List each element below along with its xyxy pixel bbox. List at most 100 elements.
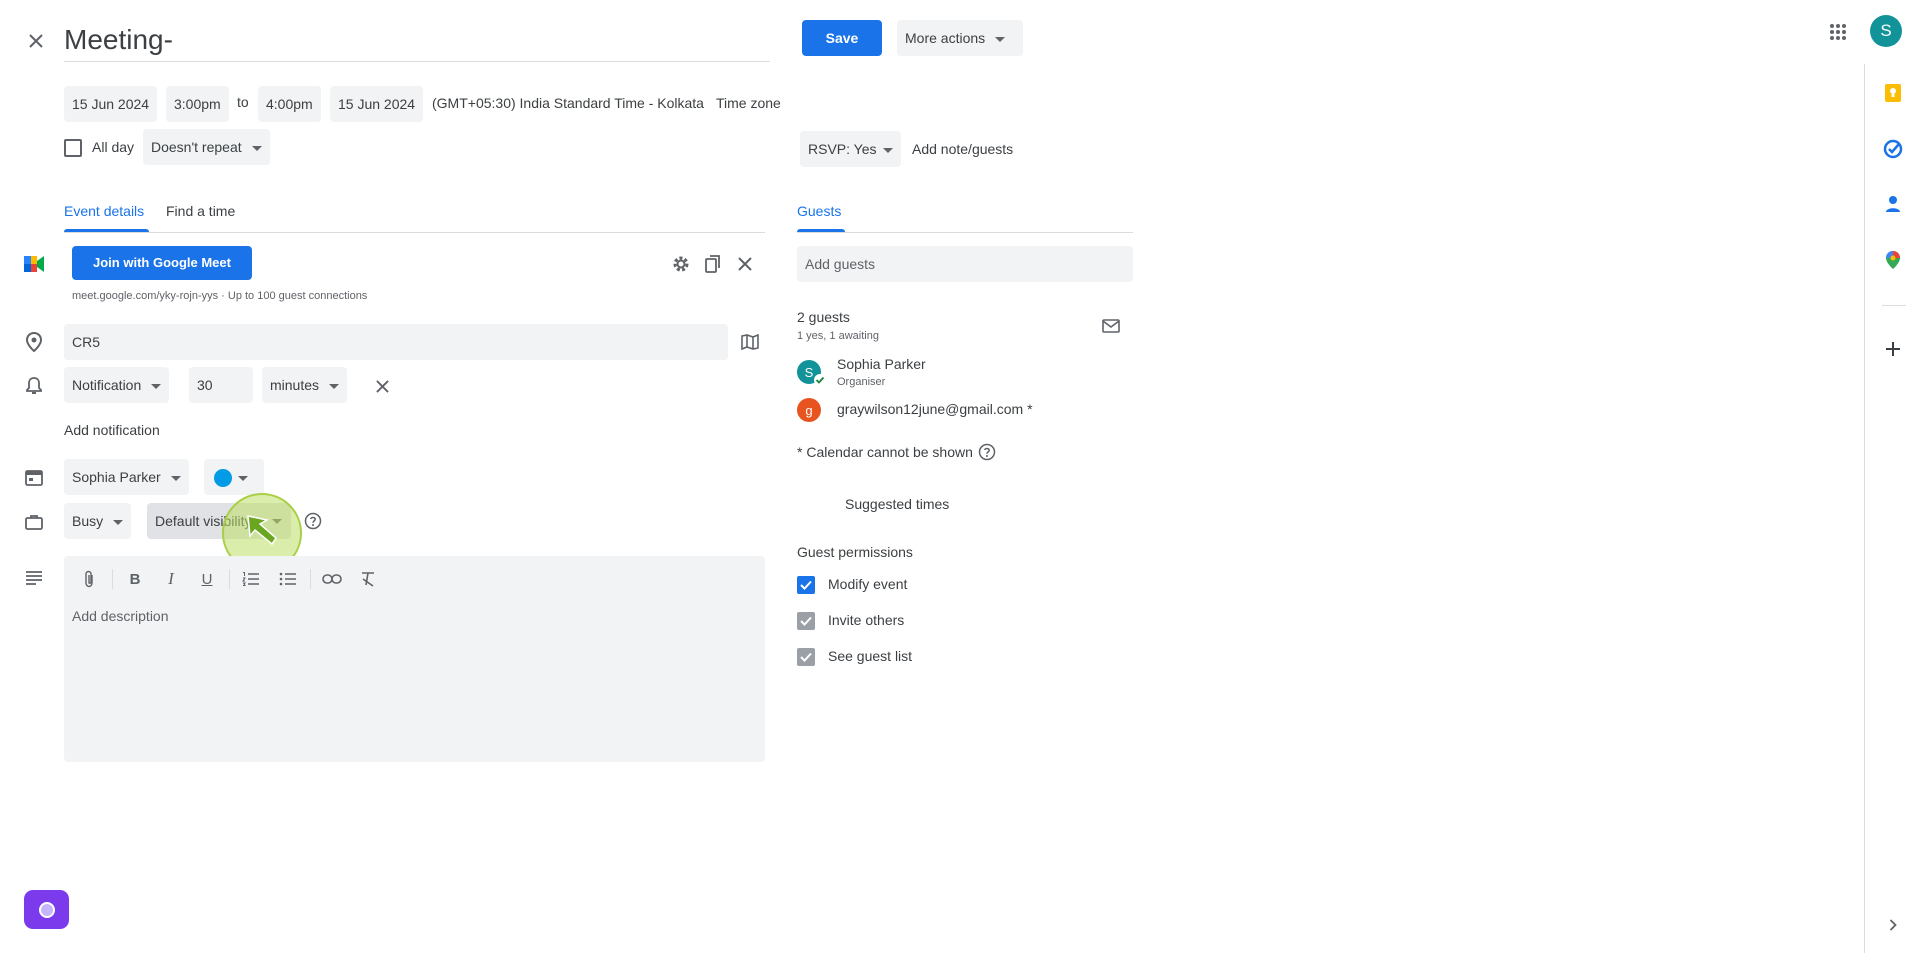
chevron-down-icon bbox=[329, 383, 340, 389]
rsvp-label: RSVP: Yes bbox=[808, 141, 877, 157]
meet-link[interactable]: meet.google.com/yky-rojn-yys · Up to 100… bbox=[72, 290, 367, 302]
remove-formatting-icon[interactable] bbox=[356, 567, 380, 591]
guests-divider bbox=[797, 232, 1133, 233]
location-input[interactable]: CR5 bbox=[64, 324, 728, 360]
close-icon[interactable] bbox=[22, 27, 50, 55]
start-time-field[interactable]: 3:00pm bbox=[166, 86, 229, 122]
see-guest-list-checkbox[interactable] bbox=[797, 648, 815, 666]
title-text: Meeting- bbox=[64, 24, 173, 55]
toolbar-divider bbox=[112, 569, 113, 589]
color-swatch bbox=[214, 469, 232, 488]
notification-amount-input[interactable]: 30 bbox=[189, 367, 253, 403]
location-value: CR5 bbox=[72, 334, 101, 350]
side-panel-divider bbox=[1864, 64, 1865, 953]
all-day-checkbox[interactable] bbox=[64, 139, 82, 157]
guest-avatar: g bbox=[797, 398, 821, 422]
repeat-label: Doesn't repeat bbox=[151, 139, 242, 155]
tabs-divider bbox=[64, 232, 765, 233]
tab-find-time[interactable]: Find a time bbox=[166, 203, 235, 219]
bullet-list-icon[interactable] bbox=[276, 567, 300, 591]
add-notification-button[interactable]: Add notification bbox=[64, 422, 160, 438]
more-actions-label: More actions bbox=[905, 30, 986, 46]
guests-summary: 1 yes, 1 awaiting bbox=[797, 330, 879, 342]
save-button[interactable]: Save bbox=[802, 20, 882, 56]
guests-count: 2 guests bbox=[797, 309, 850, 325]
rsvp-dropdown[interactable]: RSVP: Yes bbox=[800, 131, 901, 167]
help-icon[interactable] bbox=[977, 442, 997, 462]
join-meet-button[interactable]: Join with Google Meet bbox=[72, 246, 252, 280]
numbered-list-icon[interactable] bbox=[239, 567, 263, 591]
add-guests-input[interactable]: Add guests bbox=[797, 246, 1133, 282]
chevron-down-icon bbox=[151, 383, 162, 389]
keep-icon[interactable] bbox=[1880, 80, 1906, 106]
remove-notification-icon[interactable] bbox=[370, 374, 394, 398]
add-addon-icon[interactable] bbox=[1880, 336, 1906, 362]
timezone-label: (GMT+05:30) India Standard Time - Kolkat… bbox=[432, 95, 704, 111]
invite-others-checkbox[interactable] bbox=[797, 612, 815, 630]
modify-event-checkbox[interactable] bbox=[797, 576, 815, 594]
tab-event-details[interactable]: Event details bbox=[64, 203, 144, 219]
guest-name: Sophia Parker bbox=[837, 356, 926, 372]
help-icon[interactable] bbox=[302, 510, 324, 532]
busy-label: Busy bbox=[72, 513, 104, 529]
contacts-icon[interactable] bbox=[1880, 191, 1906, 217]
maps-icon[interactable] bbox=[1880, 247, 1906, 273]
see-guest-list-label: See guest list bbox=[828, 648, 913, 664]
end-date-field[interactable]: 15 Jun 2024 bbox=[330, 86, 424, 122]
side-panel-separator bbox=[1882, 305, 1906, 306]
suggested-times-button[interactable]: Suggested times bbox=[845, 496, 949, 512]
add-note-guests-button[interactable]: Add note/guests bbox=[912, 141, 1013, 157]
assistant-widget-button[interactable] bbox=[24, 890, 69, 929]
apps-grid-icon[interactable] bbox=[1824, 18, 1852, 46]
italic-icon[interactable]: I bbox=[159, 567, 183, 591]
guest-name: graywilson12june@gmail.com * bbox=[837, 401, 1033, 417]
location-pin-icon bbox=[22, 330, 46, 354]
notification-unit-dropdown[interactable]: minutes bbox=[262, 367, 348, 403]
remove-meet-icon[interactable] bbox=[734, 253, 756, 275]
calendar-icon bbox=[22, 465, 46, 489]
tasks-icon[interactable] bbox=[1880, 136, 1906, 162]
event-color-dropdown[interactable] bbox=[204, 459, 264, 495]
copy-icon[interactable] bbox=[702, 253, 724, 275]
start-date-field[interactable]: 15 Jun 2024 bbox=[64, 86, 158, 122]
notification-unit-label: minutes bbox=[270, 377, 320, 393]
arrow-pointer-icon bbox=[240, 508, 284, 552]
bell-icon bbox=[22, 374, 46, 398]
chevron-down-icon bbox=[238, 475, 248, 481]
email-guests-icon[interactable] bbox=[1098, 314, 1124, 338]
chevron-down-icon bbox=[882, 147, 893, 153]
tab-guests[interactable]: Guests bbox=[797, 203, 841, 219]
accepted-check-icon bbox=[814, 374, 826, 386]
chevron-down-icon bbox=[113, 519, 124, 525]
attachment-icon[interactable] bbox=[77, 567, 101, 591]
chevron-down-icon bbox=[251, 145, 262, 151]
map-icon[interactable] bbox=[738, 330, 762, 354]
briefcase-icon bbox=[22, 510, 46, 534]
bold-icon[interactable]: B bbox=[123, 567, 147, 591]
avatar[interactable]: S bbox=[1870, 15, 1902, 47]
toolbar-divider bbox=[310, 569, 311, 589]
underline-icon[interactable]: U bbox=[195, 567, 219, 591]
repeat-dropdown[interactable]: Doesn't repeat bbox=[143, 129, 270, 165]
widget-dot-icon bbox=[38, 901, 55, 918]
gear-icon[interactable] bbox=[670, 253, 692, 275]
more-actions-button[interactable]: More actions bbox=[897, 20, 1023, 56]
invite-others-label: Invite others bbox=[828, 612, 905, 628]
end-time-field[interactable]: 4:00pm bbox=[258, 86, 321, 122]
guest-permissions-title: Guest permissions bbox=[797, 544, 913, 560]
title-input[interactable]: Meeting- bbox=[64, 18, 770, 62]
calendar-owner-dropdown[interactable]: Sophia Parker bbox=[64, 459, 189, 495]
timezone-button[interactable]: Time zone bbox=[716, 95, 781, 111]
add-guests-placeholder: Add guests bbox=[805, 256, 876, 272]
google-meet-icon bbox=[22, 252, 46, 276]
chevron-down-icon bbox=[170, 475, 181, 481]
notification-type-dropdown[interactable]: Notification bbox=[64, 367, 170, 403]
guest-role: Organiser bbox=[837, 376, 886, 388]
modify-event-label: Modify event bbox=[828, 576, 908, 592]
link-icon[interactable] bbox=[320, 567, 344, 591]
all-day-label: All day bbox=[92, 139, 135, 155]
chevron-right-icon[interactable] bbox=[1882, 914, 1904, 936]
chevron-down-icon bbox=[995, 36, 1006, 42]
busy-dropdown[interactable]: Busy bbox=[64, 503, 132, 539]
calendar-owner-label: Sophia Parker bbox=[72, 469, 161, 485]
